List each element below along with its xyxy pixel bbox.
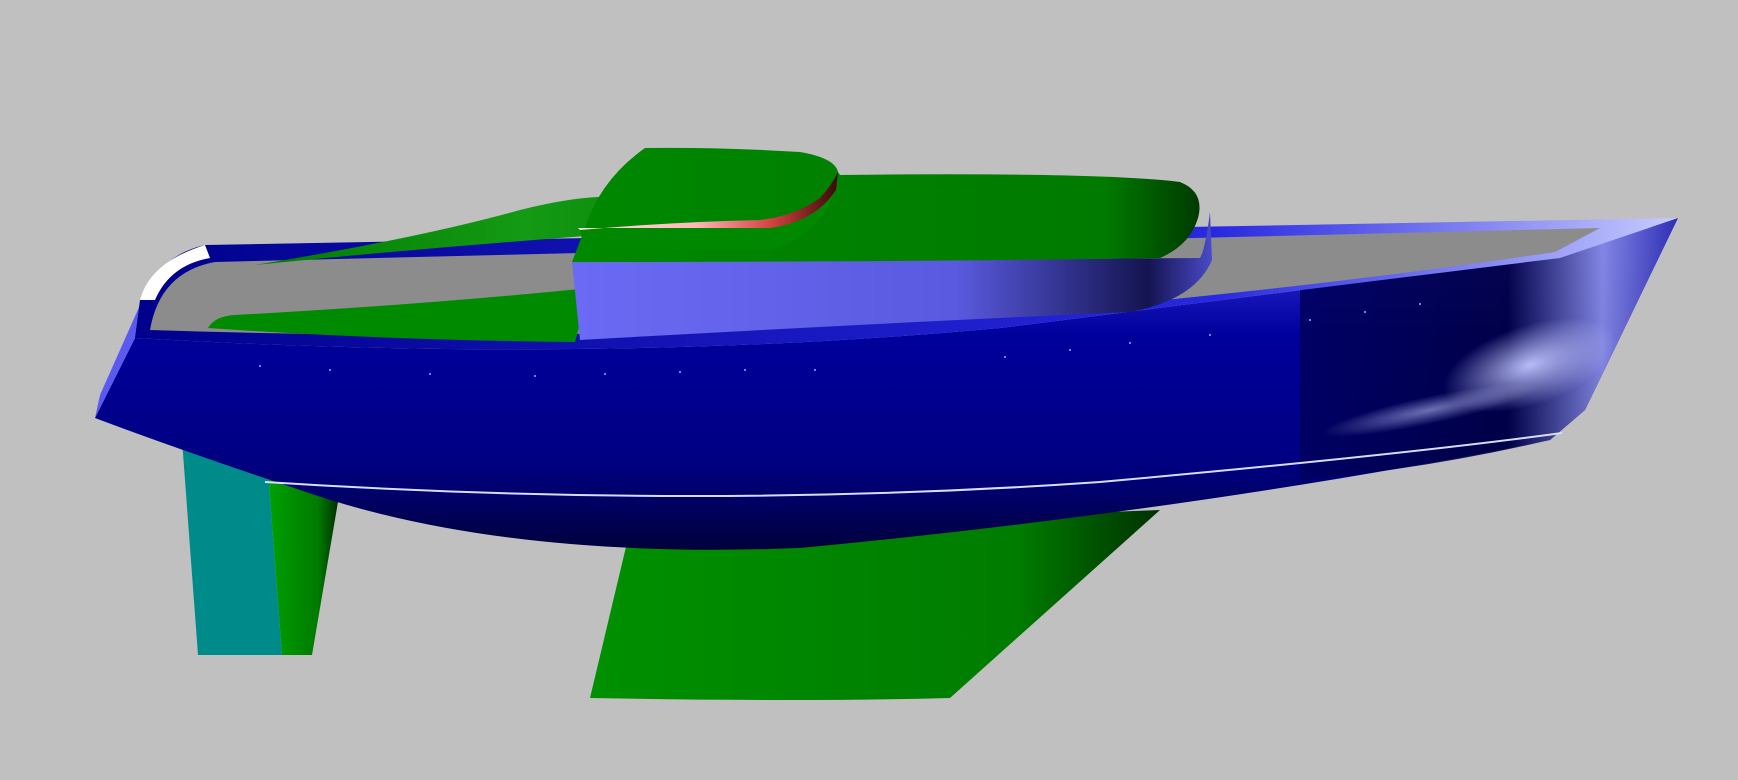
render-viewport[interactable]	[0, 0, 1738, 780]
hull-render-svg	[95, 147, 1678, 700]
